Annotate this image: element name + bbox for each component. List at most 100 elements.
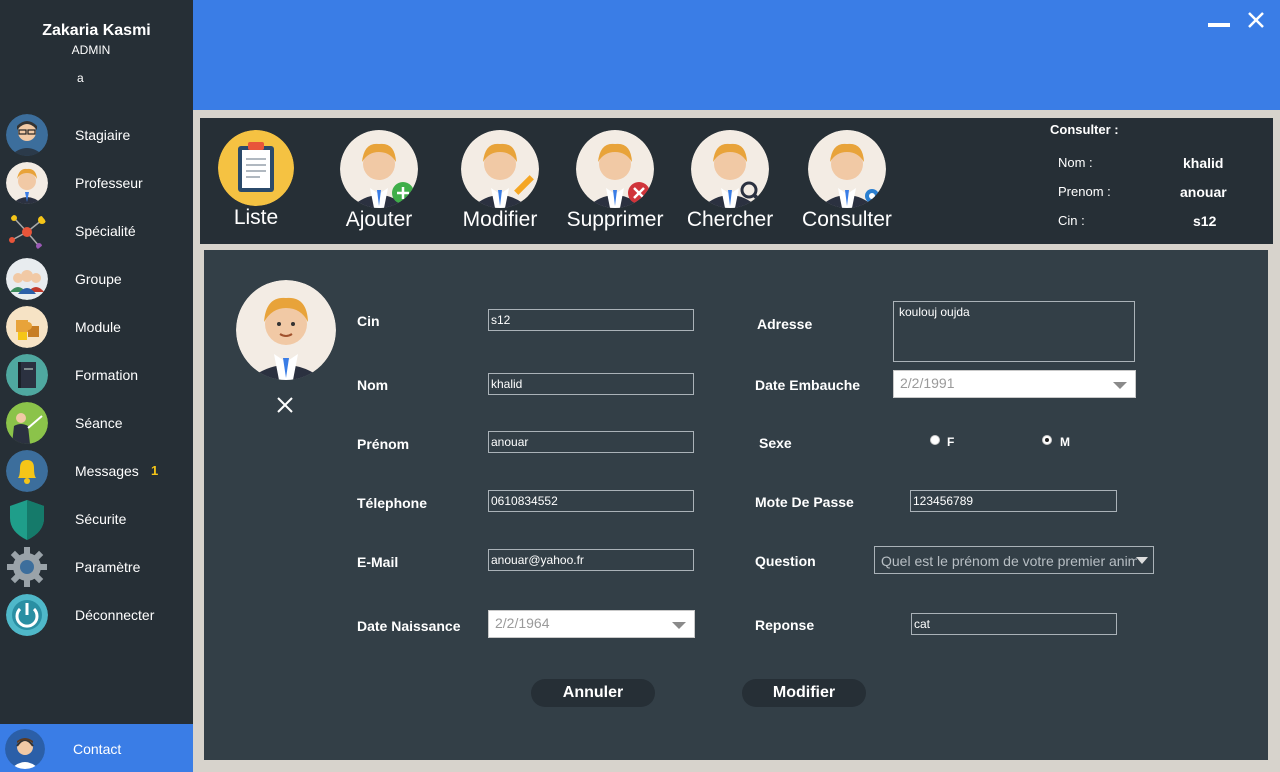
close-icon xyxy=(1248,12,1264,28)
sidebar-item-label: Déconnecter xyxy=(75,607,155,623)
tool-label: Chercher xyxy=(686,208,774,231)
consult-prenom-label: Prenom : xyxy=(1058,184,1111,199)
sidebar-item-parametre[interactable]: Paramètre xyxy=(0,543,193,591)
sexe-f-label: F xyxy=(947,435,955,449)
remove-badge-icon xyxy=(628,182,650,204)
sidebar-item-label: Formation xyxy=(75,367,139,383)
power-icon xyxy=(6,594,48,636)
edit-user-icon xyxy=(461,130,539,208)
consult-cin-value: s12 xyxy=(1193,213,1217,229)
add-user-icon xyxy=(340,130,418,208)
shield-icon xyxy=(6,498,48,540)
question-label: Question xyxy=(755,553,816,569)
support-agent-icon xyxy=(5,729,45,769)
clipboard-icon xyxy=(218,130,294,206)
cin-label: Cin xyxy=(357,313,380,329)
tool-liste[interactable]: Liste xyxy=(196,130,316,230)
tool-label: Ajouter xyxy=(345,208,413,231)
sidebar-item-securite[interactable]: Sécurite xyxy=(0,495,193,543)
sidebar-item-deconnecter[interactable]: Déconnecter xyxy=(0,591,193,639)
prenom-label: Prénom xyxy=(357,436,410,452)
sexe-m-label: M xyxy=(1060,435,1070,449)
plus-badge-icon xyxy=(392,182,414,204)
sidebar-item-module[interactable]: Module xyxy=(0,303,193,351)
user-extra: a xyxy=(77,71,84,85)
student-icon xyxy=(6,114,48,156)
chevron-down-icon xyxy=(672,622,686,629)
sidebar-item-label: Paramètre xyxy=(75,559,141,575)
date-naissance-picker[interactable]: 2/2/1964 xyxy=(488,610,695,638)
consult-prenom-value: anouar xyxy=(1180,184,1227,200)
password-input[interactable] xyxy=(910,490,1117,512)
sidebar-item-label: Spécialité xyxy=(75,223,136,239)
reponse-input[interactable] xyxy=(911,613,1117,635)
teacher-icon xyxy=(6,162,48,204)
consult-cin-label: Cin : xyxy=(1058,213,1085,228)
sexe-f-radio[interactable] xyxy=(930,435,940,445)
minimize-icon xyxy=(1208,23,1230,27)
sidebar-item-messages[interactable]: Messages 1 xyxy=(0,447,193,495)
modify-button[interactable]: Modifier xyxy=(742,679,866,707)
tool-supprimer[interactable]: Supprimer xyxy=(555,130,675,232)
tool-chercher[interactable]: Chercher xyxy=(670,130,790,232)
question-select[interactable]: Quel est le prénom de votre premier anim xyxy=(874,546,1154,574)
date-naissance-label: Date Naissance xyxy=(357,618,461,634)
email-label: E-Mail xyxy=(357,554,399,570)
tool-consulter[interactable]: Consulter xyxy=(787,130,907,232)
sidebar-item-label: Sécurite xyxy=(75,511,127,527)
minimize-button[interactable] xyxy=(1208,14,1230,34)
sidebar-item-label: Groupe xyxy=(75,271,122,287)
cin-input[interactable] xyxy=(488,309,694,331)
reponse-label: Reponse xyxy=(755,617,815,633)
profile-avatar xyxy=(236,280,336,380)
email-input[interactable] xyxy=(488,549,694,571)
tool-label: Consulter xyxy=(802,208,892,231)
tool-modifier[interactable]: Modifier xyxy=(440,130,560,232)
search-user-icon xyxy=(691,130,769,208)
telephone-input[interactable] xyxy=(488,490,694,512)
chevron-down-icon xyxy=(1113,382,1127,389)
adresse-textarea[interactable]: koulouj oujda xyxy=(893,301,1135,362)
book-icon xyxy=(6,354,48,396)
gear-icon xyxy=(6,546,48,588)
sidebar-item-label: Contact xyxy=(73,741,122,757)
date-embauche-label: Date Embauche xyxy=(755,377,861,393)
cancel-button[interactable]: Annuler xyxy=(531,679,655,707)
delete-user-icon xyxy=(576,130,654,208)
user-name: Zakaria Kasmi xyxy=(42,22,151,39)
sidebar: Zakaria Kasmi ADMIN a Stagiaire Professe… xyxy=(0,0,193,772)
date-naissance-value: 2/2/1964 xyxy=(495,615,550,631)
sidebar-item-formation[interactable]: Formation xyxy=(0,351,193,399)
sexe-m-radio[interactable] xyxy=(1042,435,1052,445)
prenom-input[interactable] xyxy=(488,431,694,453)
password-label: Mote De Passe xyxy=(755,494,854,510)
remove-photo-button[interactable] xyxy=(275,395,295,415)
sidebar-item-label: Séance xyxy=(75,415,123,431)
sidebar-item-label: Stagiaire xyxy=(75,127,131,143)
sidebar-item-professeur[interactable]: Professeur xyxy=(0,159,193,207)
tool-ajouter[interactable]: Ajouter xyxy=(319,130,439,232)
view-user-icon xyxy=(808,130,886,208)
sidebar-item-groupe[interactable]: Groupe xyxy=(0,255,193,303)
tool-label: Supprimer xyxy=(566,208,664,231)
consult-title: Consulter : xyxy=(1050,122,1119,137)
question-value: Quel est le prénom de votre premier anim xyxy=(881,553,1137,569)
adresse-label: Adresse xyxy=(757,316,813,332)
presenter-icon xyxy=(6,402,48,444)
consult-nom-value: khalid xyxy=(1183,155,1224,171)
sidebar-item-contact[interactable]: Contact xyxy=(0,724,193,772)
date-embauche-picker[interactable]: 2/2/1991 xyxy=(893,370,1136,398)
sidebar-item-seance[interactable]: Séance xyxy=(0,399,193,447)
bell-icon xyxy=(6,450,48,492)
nom-input[interactable] xyxy=(488,373,694,395)
close-button[interactable] xyxy=(1244,8,1268,32)
sidebar-item-label: Module xyxy=(75,319,121,335)
chevron-down-icon xyxy=(1136,557,1148,564)
close-icon xyxy=(277,397,293,413)
sidebar-item-specialite[interactable]: Spécialité xyxy=(0,207,193,255)
network-icon xyxy=(6,210,48,252)
sidebar-item-label: Professeur xyxy=(75,175,143,191)
tool-label: Modifier xyxy=(462,208,538,231)
telephone-label: Télephone xyxy=(357,495,428,511)
sidebar-item-stagiaire[interactable]: Stagiaire xyxy=(0,111,193,159)
